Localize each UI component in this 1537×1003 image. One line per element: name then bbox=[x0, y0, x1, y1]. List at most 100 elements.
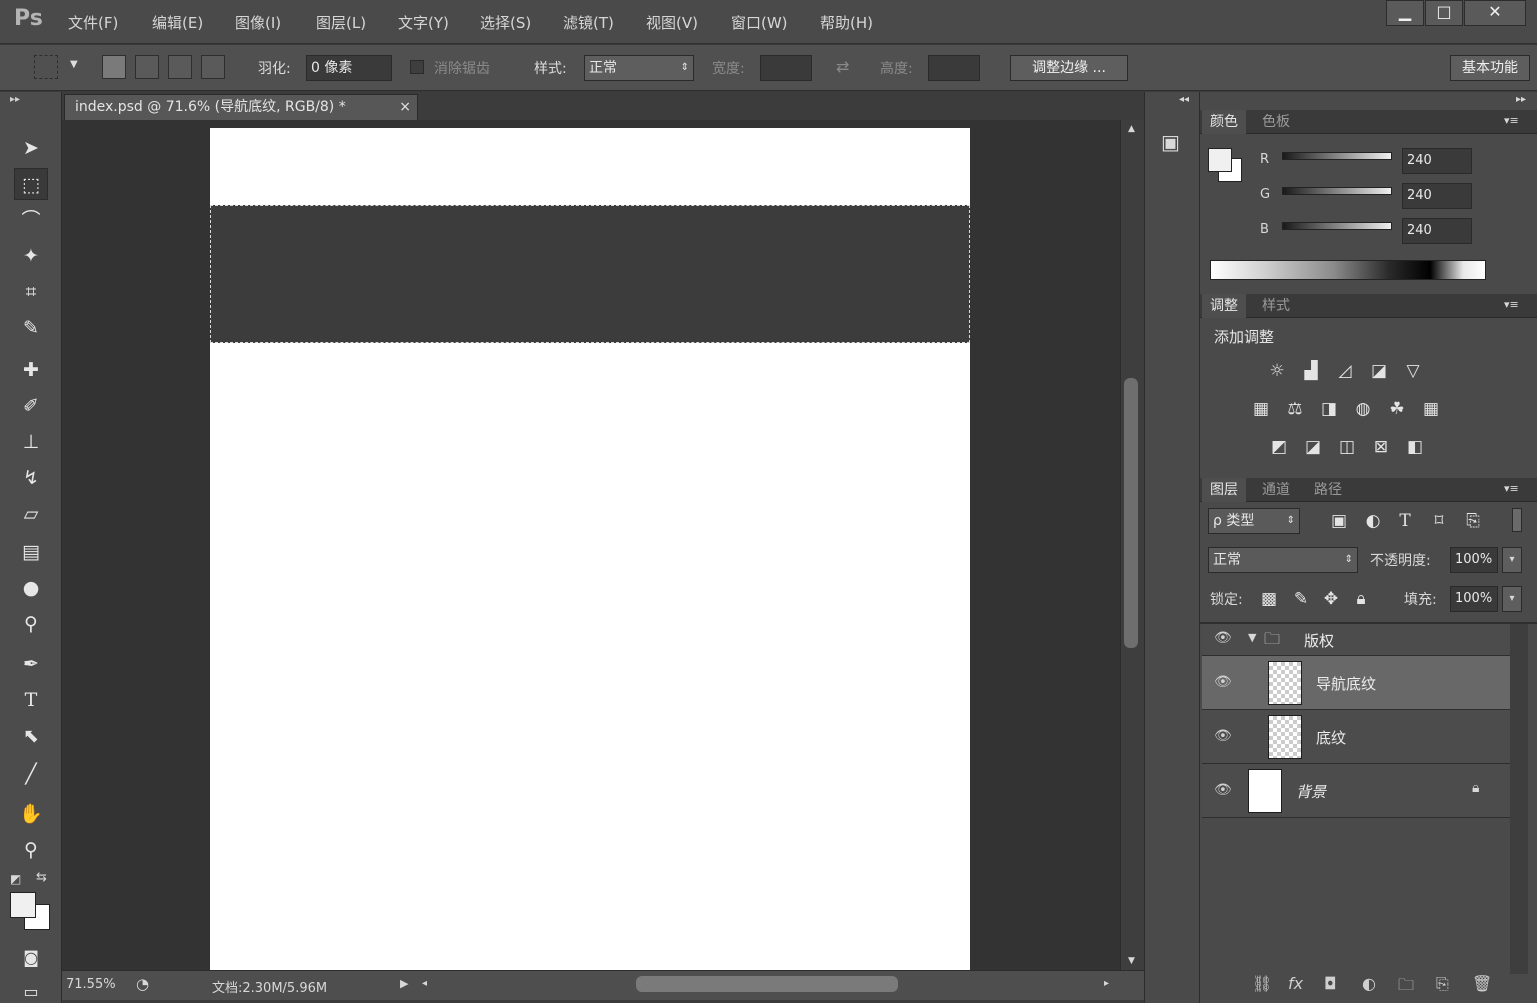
lock-position-icon[interactable]: ✥ bbox=[1320, 588, 1342, 610]
menu-edit[interactable]: 编辑(E) bbox=[152, 12, 203, 33]
fill-input[interactable]: 100% bbox=[1450, 586, 1498, 612]
subtract-selection-icon[interactable] bbox=[168, 55, 192, 79]
menu-view[interactable]: 视图(V) bbox=[646, 12, 698, 33]
tab-styles[interactable]: 样式 bbox=[1254, 294, 1298, 318]
style-select[interactable]: 正常 ⇕ bbox=[584, 55, 694, 81]
width-input[interactable] bbox=[760, 55, 812, 81]
hand-tool-icon[interactable]: ✋ bbox=[14, 798, 48, 830]
close-tab-icon[interactable]: × bbox=[399, 95, 411, 119]
zoom-level[interactable]: 71.55% bbox=[66, 977, 116, 992]
menu-filter[interactable]: 滤镜(T) bbox=[563, 12, 614, 33]
expand-panels-icon[interactable]: ▸▸ bbox=[1516, 94, 1526, 105]
layer-style-icon[interactable]: fx bbox=[1288, 974, 1303, 993]
brightness-icon[interactable]: ☼ bbox=[1266, 360, 1288, 382]
layers-scrollbar[interactable] bbox=[1510, 624, 1528, 974]
foreground-color-swatch[interactable] bbox=[10, 892, 36, 918]
selective-color-icon[interactable]: ⊠ bbox=[1370, 436, 1392, 458]
crop-tool-icon[interactable]: ⌗ bbox=[14, 276, 48, 308]
rect-marquee-tool-icon[interactable]: ⬚ bbox=[14, 168, 48, 200]
status-menu-arrow-icon[interactable]: ▶ bbox=[400, 977, 408, 990]
refine-edge-button[interactable]: 调整边缘 ... bbox=[1010, 55, 1128, 81]
channel-b-value[interactable]: 240 bbox=[1402, 218, 1472, 244]
new-adjustment-layer-icon[interactable]: ◐ bbox=[1362, 974, 1376, 993]
posterize-icon[interactable]: ◪ bbox=[1302, 436, 1324, 458]
lock-all-icon[interactable]: 🔒︎ bbox=[1350, 588, 1372, 610]
eyedropper-tool-icon[interactable]: ✎ bbox=[14, 312, 48, 344]
intersect-selection-icon[interactable] bbox=[201, 55, 225, 79]
visibility-eye-icon[interactable]: 👁︎ bbox=[1214, 630, 1232, 646]
scroll-right-icon[interactable]: ▸ bbox=[1104, 978, 1109, 989]
link-layers-icon[interactable]: ⛓︎ bbox=[1252, 974, 1272, 993]
background-layer-row[interactable]: 👁︎ 背景 🔒︎ bbox=[1202, 764, 1510, 818]
channel-r-slider[interactable] bbox=[1282, 152, 1392, 160]
tab-channels[interactable]: 通道 bbox=[1254, 478, 1298, 502]
tab-color[interactable]: 颜色 bbox=[1202, 110, 1246, 134]
healing-brush-tool-icon[interactable]: ✚ bbox=[14, 354, 48, 386]
clone-stamp-tool-icon[interactable]: ⊥ bbox=[14, 426, 48, 458]
height-input[interactable] bbox=[928, 55, 980, 81]
fill-dropdown-icon[interactable]: ▾ bbox=[1502, 586, 1522, 612]
color-lookup-icon[interactable]: ▦ bbox=[1420, 398, 1442, 420]
panel-menu-icon[interactable]: ▾≡ bbox=[1504, 114, 1519, 127]
photo-filter-icon[interactable]: ◍ bbox=[1352, 398, 1374, 420]
swap-colors-icon[interactable]: ⇆ bbox=[36, 870, 47, 885]
menu-layer[interactable]: 图层(L) bbox=[316, 12, 366, 33]
layer-row-selected[interactable]: 👁︎ 导航底纹 bbox=[1202, 656, 1510, 710]
path-selection-tool-icon[interactable]: ⬉ bbox=[14, 720, 48, 752]
threshold-icon[interactable]: ◫ bbox=[1336, 436, 1358, 458]
tab-adjustments[interactable]: 调整 bbox=[1202, 294, 1246, 318]
vibrance-icon[interactable]: ▽ bbox=[1402, 360, 1424, 382]
color-ramp[interactable] bbox=[1210, 260, 1486, 280]
antialias-checkbox[interactable] bbox=[410, 60, 424, 74]
filter-toggle[interactable] bbox=[1512, 508, 1522, 532]
maximize-button[interactable]: □ bbox=[1425, 0, 1463, 26]
menu-type[interactable]: 文字(Y) bbox=[398, 12, 449, 33]
scroll-down-icon[interactable]: ▼ bbox=[1128, 956, 1135, 966]
close-window-button[interactable]: ✕ bbox=[1464, 0, 1526, 26]
filter-pixel-icon[interactable]: ▣ bbox=[1328, 510, 1350, 532]
document-tab[interactable]: index.psd @ 71.6% (导航底纹, RGB/8) * × bbox=[64, 94, 418, 120]
channel-g-slider[interactable] bbox=[1282, 187, 1392, 195]
history-panel-icon[interactable]: ▣ bbox=[1161, 130, 1180, 154]
swap-dimensions-icon[interactable]: ⇄ bbox=[836, 57, 849, 76]
channel-b-slider[interactable] bbox=[1282, 222, 1392, 230]
marquee-tool-preset-icon[interactable] bbox=[34, 55, 58, 79]
channel-g-value[interactable]: 240 bbox=[1402, 183, 1472, 209]
vertical-scroll-thumb[interactable] bbox=[1124, 378, 1138, 648]
group-expand-icon[interactable]: ▼ bbox=[1248, 631, 1256, 644]
delete-layer-icon[interactable]: 🗑︎ bbox=[1472, 974, 1492, 993]
menu-help[interactable]: 帮助(H) bbox=[820, 12, 873, 33]
canvas-area[interactable] bbox=[62, 120, 1120, 970]
menu-select[interactable]: 选择(S) bbox=[480, 12, 531, 33]
visibility-eye-icon[interactable]: 👁︎ bbox=[1214, 728, 1232, 744]
zoom-tool-icon[interactable]: ⚲ bbox=[14, 834, 48, 866]
panel-menu-icon[interactable]: ▾≡ bbox=[1504, 482, 1519, 495]
visibility-eye-icon[interactable]: 👁︎ bbox=[1214, 674, 1232, 690]
add-selection-icon[interactable] bbox=[135, 55, 159, 79]
default-colors-icon[interactable]: ◩ bbox=[10, 872, 21, 886]
tab-layers[interactable]: 图层 bbox=[1202, 478, 1246, 502]
lock-pixels-icon[interactable]: ✎ bbox=[1290, 588, 1312, 610]
scroll-left-icon[interactable]: ◂ bbox=[422, 978, 427, 989]
pen-tool-icon[interactable]: ✒ bbox=[14, 648, 48, 680]
screen-mode-icon[interactable]: ▭ bbox=[14, 976, 48, 1003]
filter-type-icon[interactable]: T bbox=[1394, 510, 1416, 532]
menu-file[interactable]: 文件(F) bbox=[68, 12, 118, 33]
line-tool-icon[interactable]: ╱ bbox=[14, 758, 48, 790]
document-canvas[interactable] bbox=[210, 128, 970, 970]
new-group-icon[interactable]: 🗀︎ bbox=[1398, 974, 1414, 1001]
gradient-map-icon[interactable]: ◧ bbox=[1404, 436, 1426, 458]
dodge-tool-icon[interactable]: ⚲ bbox=[14, 608, 48, 640]
filter-adjustment-icon[interactable]: ◐ bbox=[1362, 510, 1384, 532]
eraser-tool-icon[interactable]: ▱ bbox=[14, 498, 48, 530]
black-white-icon[interactable]: ◨ bbox=[1318, 398, 1340, 420]
lock-transparent-icon[interactable]: ▩ bbox=[1258, 588, 1280, 610]
scroll-up-icon[interactable]: ▲ bbox=[1128, 124, 1135, 134]
visibility-eye-icon[interactable]: 👁︎ bbox=[1214, 782, 1232, 798]
new-selection-icon[interactable] bbox=[102, 55, 126, 79]
move-tool-icon[interactable]: ➤ bbox=[14, 132, 48, 164]
workspace-button[interactable]: 基本功能 bbox=[1450, 55, 1530, 81]
channel-r-value[interactable]: 240 bbox=[1402, 148, 1472, 174]
filter-shape-icon[interactable]: ⌑ bbox=[1428, 510, 1450, 532]
collapse-toolbox-icon[interactable]: ▸▸ bbox=[10, 94, 20, 105]
